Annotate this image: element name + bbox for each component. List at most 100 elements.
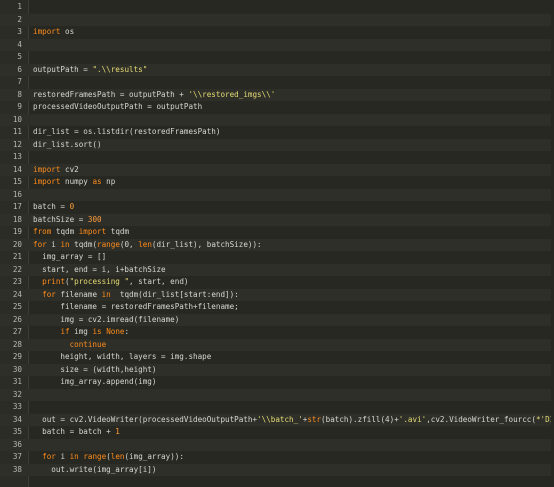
code-line[interactable]: 11 dir_list = os.listdir(restoredFramesPa… — [0, 126, 554, 139]
line-number: 2 — [17, 14, 22, 24]
code-line[interactable]: 19 from tqdm import tqdm — [0, 226, 554, 239]
line-number: 36 — [12, 439, 22, 449]
line-code: out = cv2.VideoWriter(processedVideoOutp… — [33, 414, 554, 427]
code-token: filename — [55, 289, 102, 299]
code-line[interactable]: 20 for i in tqdm(range(0, len(dir_list), … — [0, 238, 554, 251]
line-number: 1 — [17, 2, 22, 11]
line-number: 12 — [12, 139, 22, 149]
code-line[interactable]: 8 restoredFramesPath = outputPath + '\\re… — [0, 88, 554, 101]
code-token: dir_list.sort() — [33, 139, 102, 149]
code-line[interactable]: 7 — [0, 76, 554, 89]
code-line[interactable]: 16 — [0, 188, 554, 201]
line-code: continue — [33, 339, 107, 352]
code-line[interactable]: 27 if img is None: — [0, 326, 554, 339]
number-token: 0 — [69, 202, 75, 211]
line-number: 21 — [12, 252, 22, 261]
code-line[interactable]: 17 batch = 0 — [0, 201, 554, 214]
line-number: 31 — [12, 377, 22, 386]
code-line[interactable]: 28 continue — [0, 338, 554, 352]
code-token: out = cv2.VideoWriter(processedVideoOutp… — [33, 414, 258, 424]
code-line[interactable]: 31 img_array.append(img) — [0, 376, 554, 389]
line-number: 10 — [12, 114, 22, 124]
keyword-token: if — [60, 327, 70, 336]
line-code: for filename in tqdm(dir_list[start:end]… — [33, 289, 239, 302]
keyword-token: continue — [69, 339, 107, 349]
line-number: 33 — [12, 402, 22, 411]
code-line[interactable]: 30 size = (width,height) — [0, 363, 554, 376]
line-number: 25 — [12, 302, 22, 311]
code-line[interactable]: 22 start, end = i, i+batchSize — [0, 263, 554, 276]
code-line[interactable]: 26 img = cv2.imread(filename) — [0, 313, 554, 326]
code-line[interactable]: 38 out.write(img_array[i]) — [0, 463, 554, 476]
code-line[interactable]: 3 import os — [0, 26, 554, 39]
code-token: tqdm — [106, 227, 130, 236]
code-line[interactable]: 35 batch = batch + 1 — [0, 426, 554, 439]
code-lines[interactable]: 1 2 3 import os 4 5 6 outputPath = ".\\results"… — [0, 1, 554, 476]
code-token: os — [60, 27, 75, 36]
line-number: 5 — [17, 52, 22, 61]
code-line[interactable]: 25 filename = restoredFramesPath+filenam… — [0, 301, 554, 314]
code-line[interactable]: 10 — [0, 113, 554, 126]
code-line[interactable]: 4 — [0, 38, 554, 51]
code-line[interactable]: 12 dir_list.sort() — [0, 138, 554, 152]
code-line[interactable]: 21 img_array = [] — [0, 251, 554, 264]
line-code: img_array.append(img) — [33, 376, 156, 389]
keyword-token: print — [42, 277, 66, 286]
code-line[interactable]: 5 — [0, 51, 554, 64]
line-number: 11 — [12, 127, 22, 136]
code-line[interactable]: 29 height, width, layers = img.shape — [0, 351, 554, 364]
keyword-token: str — [307, 414, 322, 424]
line-number: 8 — [17, 89, 22, 99]
keyword-token: for — [33, 239, 47, 249]
line-number: 15 — [12, 177, 22, 186]
code-editor[interactable]: 1 2 3 import os 4 5 6 outputPath = ".\\results"… — [0, 0, 554, 487]
code-token: dir_list = os.listdir(restoredFramesPath… — [33, 127, 221, 136]
line-number: 4 — [17, 39, 22, 49]
keyword-token: import — [33, 177, 61, 186]
code-line[interactable]: 13 — [0, 151, 554, 164]
code-token: out.write(img_array[i]) — [33, 464, 157, 474]
keyword-token: None — [106, 327, 125, 336]
code-line[interactable]: 36 — [0, 438, 554, 451]
code-token: batchSize = — [33, 214, 88, 224]
code-token: batch = batch + — [33, 427, 116, 436]
code-line[interactable]: 37 for i in range(len(img_array)): — [0, 451, 554, 464]
line-number: 30 — [12, 364, 22, 374]
number-token: 300 — [87, 214, 102, 224]
keyword-token: import — [78, 227, 107, 236]
line-number: 20 — [12, 239, 22, 249]
keyword-token: range — [83, 452, 107, 461]
code-line[interactable]: 23 print("processing ", start, end) — [0, 276, 554, 289]
code-token: np — [101, 177, 116, 186]
code-line[interactable]: 18 batchSize = 300 — [0, 213, 554, 226]
code-token: (0, — [119, 239, 139, 249]
code-line[interactable]: 33 — [0, 401, 554, 414]
code-token: , start, end) — [129, 277, 189, 286]
keyword-token: from — [33, 227, 52, 236]
string-token: '\\restored_imgs\\' — [188, 89, 276, 99]
code-line[interactable]: 32 — [0, 388, 554, 401]
string-token: '\\batch_' — [257, 414, 303, 424]
line-number: 18 — [12, 214, 22, 224]
line-number: 34 — [12, 414, 22, 424]
line-code: dir_list.sort() — [33, 139, 102, 152]
code-line[interactable]: 24 for filename in tqdm(dir_list[start:e… — [0, 288, 554, 302]
number-token: 1 — [115, 427, 120, 436]
line-number: 35 — [12, 427, 22, 436]
line-number: 23 — [12, 277, 22, 286]
code-line[interactable]: 2 — [0, 13, 554, 26]
code-line[interactable]: 1 — [0, 1, 554, 14]
code-token: tqdm — [51, 227, 79, 236]
code-line[interactable]: 15 import numpy as np — [0, 176, 554, 189]
line-code: import numpy as np — [33, 176, 115, 189]
line-code: for i in range(len(img_array)): — [33, 451, 184, 464]
line-number: 7 — [17, 77, 22, 86]
code-token: height, width, layers = img.shape — [33, 352, 212, 361]
code-line[interactable]: 14 import cv2 — [0, 163, 554, 176]
code-line[interactable]: 6 outputPath = ".\\results" — [0, 63, 554, 76]
code-line[interactable]: 9 processedVideoOutputPath = outputPath — [0, 101, 554, 114]
code-line[interactable]: 34 out = cv2.VideoWriter(processedVideoO… — [0, 413, 554, 427]
keyword-token: len — [110, 452, 125, 461]
